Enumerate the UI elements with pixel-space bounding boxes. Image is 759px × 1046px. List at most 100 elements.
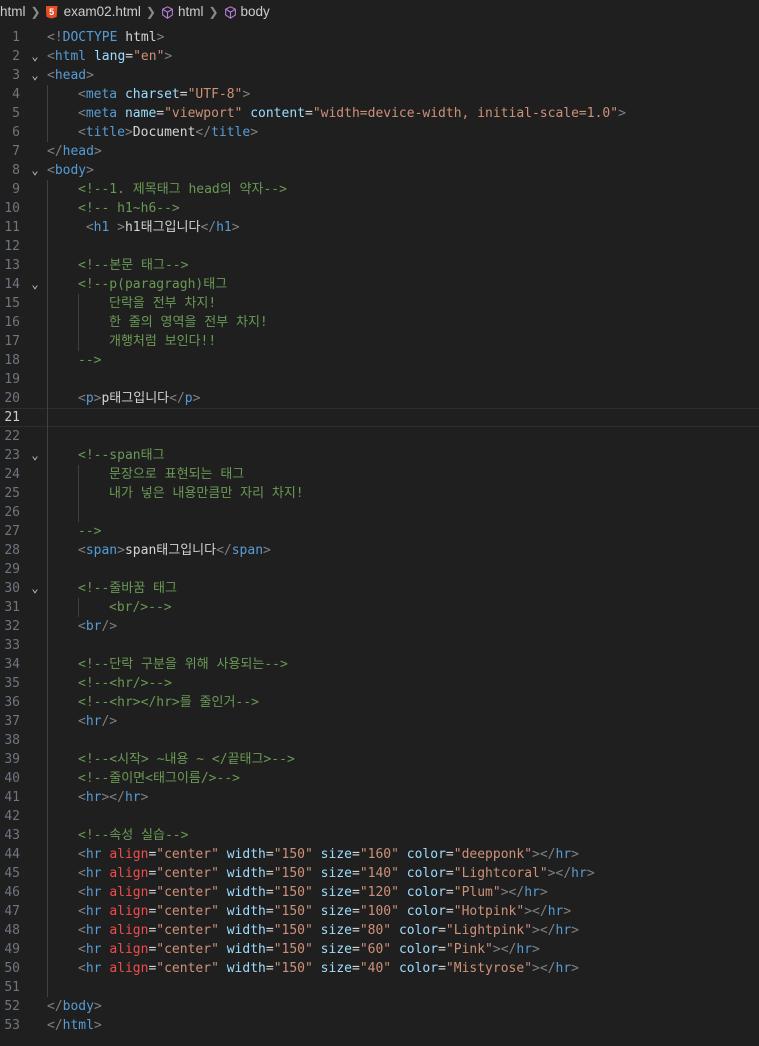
- line-number: 39: [4, 752, 20, 767]
- code-token: =: [179, 87, 188, 102]
- code-line[interactable]: 34 <!--단락 구분을 위해 사용되는-->: [0, 655, 759, 674]
- code-token: >: [124, 125, 133, 140]
- code-line[interactable]: 45 <hr align="center" width="150" size="1…: [0, 864, 759, 883]
- code-line[interactable]: 5 <meta name="viewport" content="width=de…: [0, 104, 759, 123]
- code-line[interactable]: 1 <!DOCTYPE html>: [0, 28, 759, 47]
- code-line[interactable]: 20 <p>p태그입니다</p>: [0, 389, 759, 408]
- line-number: 19: [4, 372, 20, 387]
- code-line[interactable]: 16 한 줄의 영역을 전부 차지!: [0, 313, 759, 332]
- code-line[interactable]: 35 <!--<hr/>-->: [0, 674, 759, 693]
- code-line[interactable]: 17 개행처럼 보인다!!: [0, 332, 759, 351]
- code-line[interactable]: 38: [0, 731, 759, 750]
- line-number: 15: [4, 296, 20, 311]
- code-line[interactable]: 39 <!--<시작> ~내용 ~ </끝태그>-->: [0, 750, 759, 769]
- code-line[interactable]: 32 <br/>: [0, 617, 759, 636]
- code-line[interactable]: 31 <br/>-->: [0, 598, 759, 617]
- code-line[interactable]: 21: [0, 408, 759, 427]
- code-line[interactable]: 19: [0, 370, 759, 389]
- code-token: "150": [273, 923, 321, 938]
- indent-guide: [47, 237, 48, 256]
- code-line[interactable]: 47 <hr align="center" width="150" size="1…: [0, 902, 759, 921]
- code-line[interactable]: 36 <!--<hr></hr>를 줄인거-->: [0, 693, 759, 712]
- code-token: title: [211, 125, 251, 140]
- code-line[interactable]: 26: [0, 503, 759, 522]
- code-token: html: [54, 49, 94, 64]
- code-text: <!--속성 실습-->: [78, 826, 188, 845]
- code-line[interactable]: 18 -->: [0, 351, 759, 370]
- line-number: 53: [4, 1018, 20, 1033]
- code-line[interactable]: 49 <hr align="center" width="150" size="6…: [0, 940, 759, 959]
- code-line[interactable]: 12: [0, 237, 759, 256]
- code-token: ></: [500, 885, 525, 900]
- fold-chevron-icon[interactable]: ⌄: [28, 446, 42, 465]
- code-line[interactable]: 23 ⌄ <!--span태그: [0, 446, 759, 465]
- code-line[interactable]: 7 </head>: [0, 142, 759, 161]
- code-line[interactable]: 13 <!--본문 태그-->: [0, 256, 759, 275]
- indent-guide: [47, 807, 48, 826]
- code-token: <: [78, 923, 86, 938]
- code-line[interactable]: 14 ⌄ <!--p(paragragh)태그: [0, 275, 759, 294]
- code-line[interactable]: 50 <hr align="center" width="150" size="4…: [0, 959, 759, 978]
- fold-chevron-icon[interactable]: ⌄: [28, 579, 42, 598]
- code-editor[interactable]: 1 <!DOCTYPE html> 2 ⌄ <html lang="en"> 3 ⌄ <hea…: [0, 24, 759, 1046]
- fold-chevron-icon[interactable]: ⌄: [28, 66, 42, 85]
- code-text: <!--p(paragragh)태그: [78, 275, 227, 294]
- code-token: </: [169, 391, 185, 406]
- code-token: title: [85, 125, 125, 140]
- breadcrumb-symbol-body[interactable]: body: [224, 0, 270, 24]
- code-line[interactable]: 3 ⌄ <head>: [0, 66, 759, 85]
- code-line[interactable]: 53 </html>: [0, 1016, 759, 1035]
- code-line[interactable]: 48 <hr align="center" width="150" size="8…: [0, 921, 759, 940]
- code-line[interactable]: 51: [0, 978, 759, 997]
- code-token: "120": [359, 885, 407, 900]
- code-line[interactable]: 25 내가 넣은 내용만큼만 자리 차지!: [0, 484, 759, 503]
- code-token: =: [351, 942, 360, 957]
- code-line[interactable]: 42: [0, 807, 759, 826]
- code-token: hr: [85, 790, 102, 805]
- code-line[interactable]: 46 <hr align="center" width="150" size="1…: [0, 883, 759, 902]
- breadcrumb-folder[interactable]: html: [0, 0, 26, 24]
- code-token: "Lightpink": [445, 923, 533, 938]
- code-token: <!--단락 구분을 위해 사용되는-->: [78, 657, 288, 672]
- code-line[interactable]: 9 <!--1. 제목태그 head의 약자-->: [0, 180, 759, 199]
- breadcrumb-symbol-html[interactable]: html: [161, 0, 203, 24]
- code-line[interactable]: 37 <hr/>: [0, 712, 759, 731]
- code-token: <!: [47, 30, 63, 45]
- code-line[interactable]: 41 <hr></hr>: [0, 788, 759, 807]
- code-token: width: [226, 904, 266, 919]
- code-token: =: [351, 866, 360, 881]
- line-number: 3: [12, 68, 20, 83]
- fold-chevron-icon[interactable]: ⌄: [28, 161, 42, 180]
- code-line[interactable]: 11 <h1 >h1태그입니다</h1>: [0, 218, 759, 237]
- code-token: =: [351, 923, 360, 938]
- breadcrumb-file[interactable]: 5 exam02.html: [45, 0, 141, 24]
- code-line[interactable]: 2 ⌄ <html lang="en">: [0, 47, 759, 66]
- code-line[interactable]: 40 <!--줄이면<태그이름/>-->: [0, 769, 759, 788]
- code-line[interactable]: 8 ⌄ <body>: [0, 161, 759, 180]
- code-line[interactable]: 44 <hr align="center" width="150" size="1…: [0, 845, 759, 864]
- code-line[interactable]: 33: [0, 636, 759, 655]
- line-number: 32: [4, 619, 20, 634]
- code-line[interactable]: 30 ⌄ <!--줄바꿈 태그: [0, 579, 759, 598]
- code-token: hr: [85, 961, 110, 976]
- code-text: </head>: [47, 142, 102, 161]
- code-line[interactable]: 6 <title>Document</title>: [0, 123, 759, 142]
- indent-guide: [47, 674, 48, 693]
- code-line[interactable]: 10 <!-- h1~h6-->: [0, 199, 759, 218]
- code-line[interactable]: 43 <!--속성 실습-->: [0, 826, 759, 845]
- code-token: -->: [78, 524, 102, 539]
- fold-chevron-icon[interactable]: ⌄: [28, 275, 42, 294]
- code-line[interactable]: 24 문장으로 표현되는 태그: [0, 465, 759, 484]
- code-line[interactable]: 27 -->: [0, 522, 759, 541]
- code-text: <hr></hr>: [78, 788, 148, 807]
- code-line[interactable]: 22: [0, 427, 759, 446]
- code-line[interactable]: 52 </body>: [0, 997, 759, 1016]
- code-line[interactable]: 4 <meta charset="UTF-8">: [0, 85, 759, 104]
- code-line[interactable]: 29: [0, 560, 759, 579]
- code-line[interactable]: 28 <span>span태그입니다</span>: [0, 541, 759, 560]
- line-number: 36: [4, 695, 20, 710]
- fold-chevron-icon[interactable]: ⌄: [28, 47, 42, 66]
- code-token: hr: [124, 790, 141, 805]
- code-line[interactable]: 15 단락을 전부 차지!: [0, 294, 759, 313]
- code-token: =: [156, 106, 165, 121]
